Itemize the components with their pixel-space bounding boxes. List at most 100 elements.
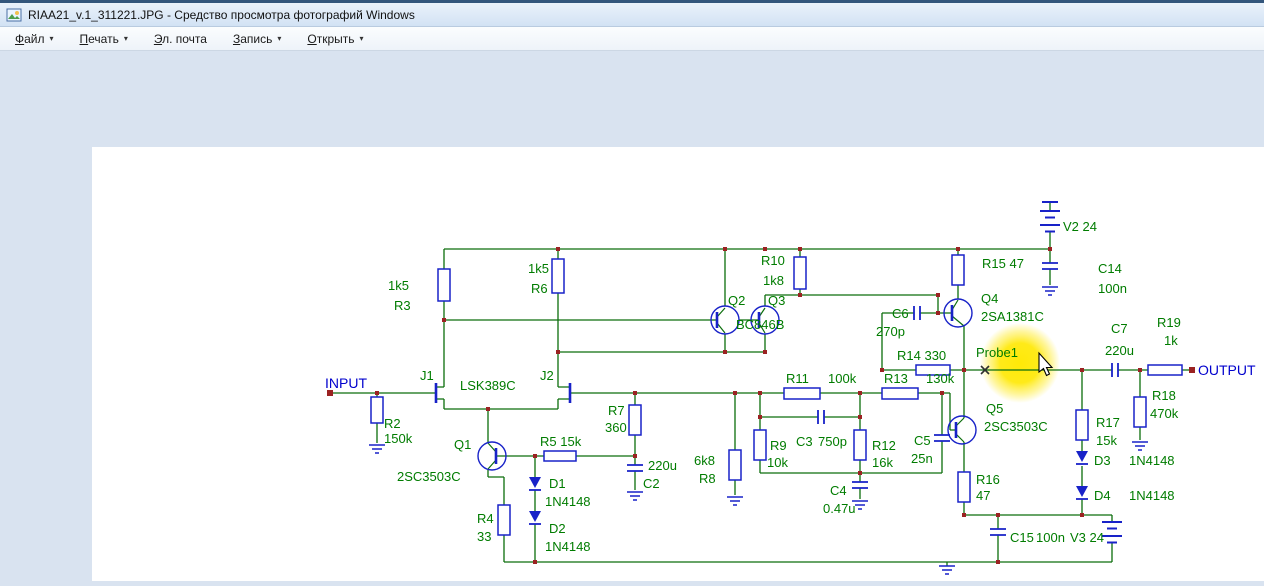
label-q4-name: Q4 xyxy=(981,291,998,306)
resistor-R5-symbol xyxy=(543,450,577,462)
label-r12-value: 16k xyxy=(872,455,893,470)
label-r2-name: R2 xyxy=(384,416,401,431)
label-r2-value: 150k xyxy=(384,431,413,446)
label-q1-type: 2SC3503C xyxy=(397,469,461,484)
label-c3-name: C3 xyxy=(796,434,813,449)
label-r11-name: R11 xyxy=(786,371,809,386)
label-r16-name: R16 xyxy=(976,472,1000,487)
resistor-R9-symbol xyxy=(753,429,767,461)
ground-symbol xyxy=(369,444,385,454)
label-j2: J2 xyxy=(540,368,554,383)
photo-viewer-window: RIAA21_v.1_311221.JPG - Средство просмот… xyxy=(0,0,1264,581)
schematic-labels: V2 24 C14 100n R15 47 Q4 2SA1381C R10 1k8 1k5 R6 1… xyxy=(325,219,1256,554)
label-output: OUTPUT xyxy=(1198,362,1256,378)
resistor-R18-symbol xyxy=(1133,396,1147,428)
label-d1-value: 1N4148 xyxy=(545,494,591,509)
label-c6-name: C6 xyxy=(892,306,909,321)
menu-item-email[interactable]: Эл. почта xyxy=(145,30,216,48)
resistor-R13-symbol xyxy=(881,387,919,400)
viewer-content-area: V2 24 C14 100n R15 47 Q4 2SA1381C R10 1k8 1k5 R6 1… xyxy=(0,51,1264,581)
label-r10-value: 1k8 xyxy=(763,273,784,288)
label-r19-name: R19 xyxy=(1157,315,1181,330)
label-q23-type: BC846B xyxy=(736,317,784,332)
resistor-R10-symbol xyxy=(793,256,807,290)
capacitor-C3-symbol xyxy=(817,410,825,424)
image-canvas: V2 24 C14 100n R15 47 Q4 2SA1381C R10 1k8 1k5 R6 1… xyxy=(92,147,1264,581)
label-r8-name: R8 xyxy=(699,471,716,486)
schematic-image: V2 24 C14 100n R15 47 Q4 2SA1381C R10 1k8 1k5 R6 1… xyxy=(325,201,1256,575)
menu-item-burn[interactable]: Запись ▾ xyxy=(224,30,290,48)
chevron-down-icon: ▾ xyxy=(49,34,54,43)
label-d2-name: D2 xyxy=(549,521,566,536)
label-r7-value: 360 xyxy=(605,420,627,435)
ground-symbol xyxy=(1132,441,1148,451)
label-r17-name: R17 xyxy=(1096,415,1120,430)
label-q1-name: Q1 xyxy=(454,437,471,452)
label-r11-value: 100k xyxy=(828,371,857,386)
label-d1-name: D1 xyxy=(549,476,566,491)
menu-item-file[interactable]: Файл ▾ xyxy=(6,30,63,48)
label-c2-name: C2 xyxy=(643,476,660,491)
label-c14-value: 100n xyxy=(1098,281,1127,296)
resistor-R6-symbol xyxy=(551,258,565,294)
wire-segment xyxy=(487,393,736,562)
label-r16-value: 47 xyxy=(976,488,990,503)
resistor-R11-symbol xyxy=(783,387,821,400)
label-q3-name: Q3 xyxy=(768,293,785,308)
chevron-down-icon: ▾ xyxy=(277,34,282,43)
label-r4-value: 33 xyxy=(477,529,491,544)
label-c6-value: 270p xyxy=(876,324,905,339)
diode-D1-symbol xyxy=(529,477,541,491)
menu-item-label: Эл. почта xyxy=(153,31,207,46)
label-c5-value: 25n xyxy=(911,451,933,466)
diode-D4-symbol xyxy=(1076,486,1088,500)
label-c14-name: C14 xyxy=(1098,261,1122,276)
label-r9-name: R9 xyxy=(770,438,787,453)
label-r3-value: 1k5 xyxy=(388,278,409,293)
label-q4-type: 2SA1381C xyxy=(981,309,1044,324)
photo-viewer-icon xyxy=(6,7,22,23)
label-c3-value: 750p xyxy=(818,434,847,449)
capacitor-C6-symbol xyxy=(913,306,921,320)
menu-item-label: Файл xyxy=(15,31,45,46)
source-V3-symbol xyxy=(1102,521,1122,544)
label-r18-name: R18 xyxy=(1152,388,1176,403)
label-c7-value: 220u xyxy=(1105,343,1134,358)
label-r10-name: R10 xyxy=(761,253,785,268)
capacitor-C7-symbol xyxy=(1111,363,1119,377)
label-c15-value: 100n xyxy=(1036,530,1065,545)
label-v3: V3 24 xyxy=(1070,530,1104,545)
capacitor-C15-symbol xyxy=(990,528,1006,536)
label-jfet-type: LSK389C xyxy=(460,378,516,393)
label-r7-name: R7 xyxy=(608,403,625,418)
label-d2-value: 1N4148 xyxy=(545,539,591,554)
label-c7-name: C7 xyxy=(1111,321,1128,336)
chevron-down-icon: ▾ xyxy=(359,34,364,43)
label-r14: R14 330 xyxy=(897,348,946,363)
label-r5: R5 15k xyxy=(540,434,582,449)
capacitor-C4-symbol xyxy=(852,481,868,489)
label-c4-name: C4 xyxy=(830,483,847,498)
label-j1: J1 xyxy=(420,368,434,383)
menu-item-print[interactable]: Печать ▾ xyxy=(71,30,137,48)
label-r6-value: 1k5 xyxy=(528,261,549,276)
label-v2: V2 24 xyxy=(1063,219,1097,234)
resistor-R3-symbol xyxy=(437,268,451,302)
menu-item-label: Открыть xyxy=(307,31,355,46)
output-terminal xyxy=(1189,367,1195,373)
menu-item-label: Запись xyxy=(232,31,273,46)
resistor-R4-symbol xyxy=(497,504,511,536)
resistor-R16-symbol xyxy=(957,471,971,503)
label-r18-value: 470k xyxy=(1150,406,1179,421)
label-d3-value: 1N4148 xyxy=(1129,453,1175,468)
diode-D3-symbol xyxy=(1076,451,1088,465)
resistor-R19-symbol xyxy=(1147,364,1183,376)
label-r8-value: 6k8 xyxy=(694,453,715,468)
label-probe1: Probe1 xyxy=(976,345,1018,360)
menu-item-open[interactable]: Открыть ▾ xyxy=(298,30,372,48)
label-c2-value: 220u xyxy=(648,458,677,473)
label-r19-value: 1k xyxy=(1164,333,1178,348)
window-title: RIAA21_v.1_311221.JPG - Средство просмот… xyxy=(28,7,415,22)
label-d3-name: D3 xyxy=(1094,453,1111,468)
capacitor-C5-symbol xyxy=(934,434,950,442)
